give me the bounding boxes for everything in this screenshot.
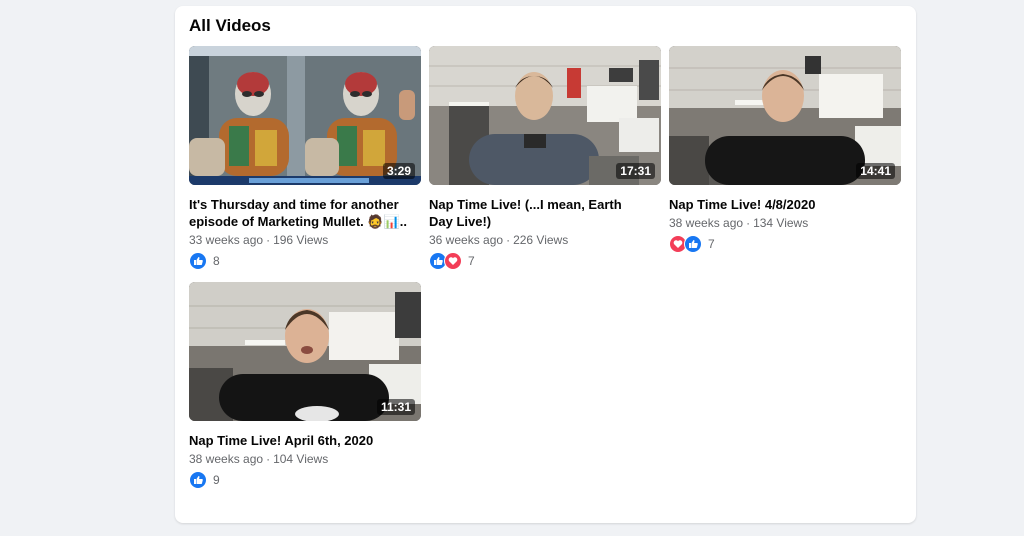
video-title-line: Nap Time Live! 4/8/2020 [669,197,816,212]
video-item[interactable]: 14:41 Nap Time Live! 4/8/2020 38 weeks a… [669,46,901,253]
video-views: 226 Views [513,233,569,247]
video-duration: 3:29 [382,163,415,179]
video-thumbnail[interactable]: 14:41 [669,46,901,185]
reaction-count: 7 [468,254,475,268]
meta-separator: · [266,452,271,466]
all-videos-card: All Videos 3:29 It's Thursday and time f… [175,6,916,523]
video-meta: 36 weeks ago · 226 Views [429,233,661,248]
video-title-line: episode of Marketing Mullet. 🧔📊.. [189,214,408,229]
video-item[interactable]: 11:31 Nap Time Live! April 6th, 2020 38 … [189,282,421,489]
reactions-summary[interactable]: 7 [429,252,661,270]
video-views: 104 Views [273,452,329,466]
video-age: 38 weeks ago [669,216,744,230]
video-title-line: It's Thursday and time for another [189,197,399,212]
meta-separator: · [746,216,751,230]
video-duration: 11:31 [376,399,415,415]
video-title[interactable]: Nap Time Live! April 6th, 2020 [189,432,421,449]
video-duration: 14:41 [856,163,895,179]
reactions-summary[interactable]: 8 [189,252,421,270]
video-meta: 33 weeks ago · 196 Views [189,233,421,248]
section-title: All Videos [189,16,271,35]
meta-separator: · [266,233,271,247]
love-icon [444,252,462,270]
video-meta: 38 weeks ago · 104 Views [189,452,421,467]
video-title[interactable]: Nap Time Live! (...I mean, Earth Day Liv… [429,196,661,230]
reactions-summary[interactable]: 9 [189,471,421,489]
like-icon [189,471,207,489]
video-views: 134 Views [753,216,809,230]
like-icon [684,235,702,253]
meta-separator: · [506,233,511,247]
video-thumbnail[interactable]: 11:31 [189,282,421,421]
video-meta: 38 weeks ago · 134 Views [669,216,901,231]
reaction-count: 9 [213,473,220,487]
video-age: 36 weeks ago [429,233,504,247]
video-title[interactable]: Nap Time Live! 4/8/2020 [669,196,901,213]
video-item[interactable]: 17:31 Nap Time Live! (...I mean, Earth D… [429,46,661,270]
video-title-line: Day Live!) [429,214,492,229]
video-title[interactable]: It's Thursday and time for another episo… [189,196,421,230]
like-icon [189,252,207,270]
video-thumbnail[interactable]: 17:31 [429,46,661,185]
video-item[interactable]: 3:29 It's Thursday and time for another … [189,46,421,270]
reactions-summary[interactable]: 7 [669,235,901,253]
reaction-count: 7 [708,237,715,251]
video-duration: 17:31 [616,163,655,179]
video-title-line: Nap Time Live! (...I mean, Earth [429,197,622,212]
video-age: 33 weeks ago [189,233,264,247]
video-age: 38 weeks ago [189,452,264,466]
video-views: 196 Views [273,233,329,247]
reaction-count: 8 [213,254,220,268]
video-thumbnail[interactable]: 3:29 [189,46,421,185]
video-title-line: Nap Time Live! April 6th, 2020 [189,433,374,448]
